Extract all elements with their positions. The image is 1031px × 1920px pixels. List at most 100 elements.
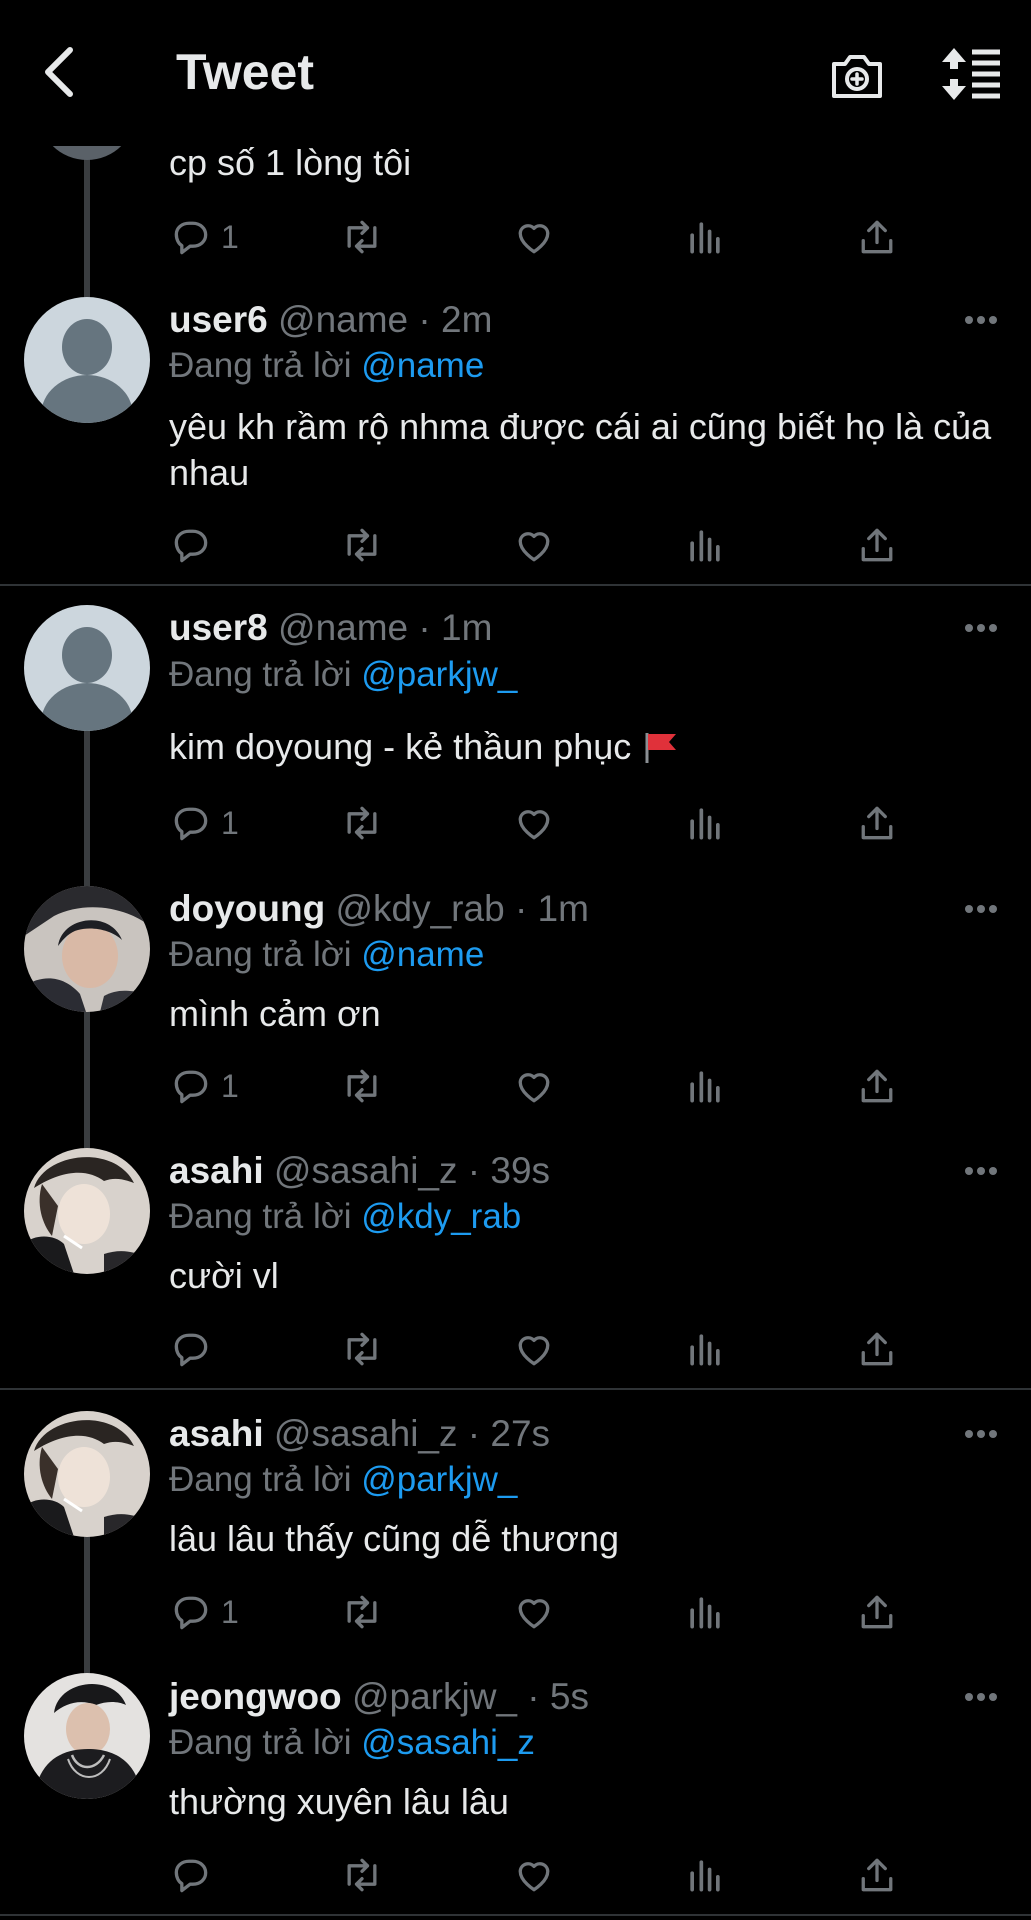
- retweet-icon: [340, 1327, 384, 1371]
- avatar[interactable]: [24, 605, 150, 731]
- avatar[interactable]: [24, 886, 150, 1012]
- views-button[interactable]: [683, 212, 727, 262]
- share-button[interactable]: [855, 798, 899, 848]
- like-button[interactable]: [512, 1850, 556, 1900]
- mention-link[interactable]: @name: [361, 346, 484, 385]
- timestamp: · 1m: [514, 888, 589, 929]
- tweet-actions: [169, 1850, 929, 1900]
- more-icon[interactable]: [964, 902, 998, 916]
- replying-label: Đang trả lời: [169, 935, 352, 974]
- share-icon: [855, 215, 899, 259]
- tweet-actions: [169, 1324, 929, 1374]
- reply-button[interactable]: 1: [169, 1061, 239, 1111]
- like-icon: [512, 215, 556, 259]
- views-button[interactable]: [683, 1850, 727, 1900]
- tweet-text: lâu lâu thấy cũng dễ thương: [169, 1518, 620, 1559]
- views-button[interactable]: [683, 798, 727, 848]
- handle[interactable]: @kdy_rab: [335, 888, 504, 929]
- retweet-button[interactable]: [340, 212, 384, 262]
- more-icon[interactable]: [964, 313, 998, 327]
- views-button[interactable]: [683, 1587, 727, 1637]
- tweet-meta: user8 @name · 1m: [169, 605, 492, 651]
- like-button[interactable]: [512, 212, 556, 262]
- share-icon: [855, 523, 899, 567]
- mention-link[interactable]: @sasahi_z: [361, 1723, 535, 1762]
- replying-to: Đang trả lời @sasahi_z: [169, 1720, 535, 1766]
- tweet-meta: doyoung @kdy_rab · 1m: [169, 886, 589, 932]
- display-name[interactable]: user6: [169, 299, 268, 340]
- mention-link[interactable]: @name: [361, 935, 484, 974]
- avatar[interactable]: [24, 1411, 150, 1537]
- tweet-meta: asahi @sasahi_z · 39s: [169, 1148, 550, 1194]
- like-button[interactable]: [512, 1587, 556, 1637]
- reply-button[interactable]: 1: [169, 798, 239, 848]
- retweet-button[interactable]: [340, 1324, 384, 1374]
- share-button[interactable]: [855, 1324, 899, 1374]
- avatar[interactable]: [24, 297, 150, 423]
- display-name[interactable]: user8: [169, 607, 268, 648]
- more-icon[interactable]: [964, 621, 998, 635]
- share-button[interactable]: [855, 212, 899, 262]
- avatar[interactable]: [24, 1673, 150, 1799]
- more-icon[interactable]: [964, 1164, 998, 1178]
- reply-button[interactable]: 1: [169, 212, 239, 262]
- views-button[interactable]: [683, 1061, 727, 1111]
- more-icon[interactable]: [964, 1690, 998, 1704]
- more-icon[interactable]: [964, 1427, 998, 1441]
- replying-to: Đang trả lời @parkjw_: [169, 652, 517, 698]
- views-icon: [683, 801, 727, 845]
- handle[interactable]: @name: [278, 607, 408, 648]
- mention-link[interactable]: @parkjw_: [361, 655, 517, 694]
- retweet-button[interactable]: [340, 1587, 384, 1637]
- retweet-button[interactable]: [340, 520, 384, 570]
- display-name[interactable]: doyoung: [169, 888, 325, 929]
- reply-button[interactable]: [169, 1850, 221, 1900]
- retweet-button[interactable]: [340, 798, 384, 848]
- reply-icon: [169, 1064, 213, 1108]
- retweet-button[interactable]: [340, 1061, 384, 1111]
- like-button[interactable]: [512, 1324, 556, 1374]
- share-button[interactable]: [855, 1061, 899, 1111]
- back-arrow-icon[interactable]: [30, 42, 90, 102]
- tweet-meta: asahi @sasahi_z · 27s: [169, 1411, 550, 1457]
- mention-link[interactable]: @parkjw_: [361, 1460, 517, 1499]
- tweet-text: kim doyoung - kẻ thầun phục: [169, 726, 632, 767]
- tweet-text-row: kim doyoung - kẻ thầun phục: [169, 724, 1009, 770]
- sort-icon[interactable]: [940, 46, 1004, 102]
- like-button[interactable]: [512, 798, 556, 848]
- retweet-icon: [340, 1853, 384, 1897]
- timestamp: · 27s: [467, 1413, 551, 1454]
- like-button[interactable]: [512, 1061, 556, 1111]
- share-button[interactable]: [855, 1850, 899, 1900]
- handle[interactable]: @sasahi_z: [274, 1150, 458, 1191]
- reply-icon: [169, 1590, 213, 1634]
- share-button[interactable]: [855, 1587, 899, 1637]
- handle[interactable]: @parkjw_: [352, 1676, 517, 1717]
- display-name[interactable]: asahi: [169, 1150, 264, 1191]
- display-name[interactable]: jeongwoo: [169, 1676, 342, 1717]
- tweet-text: mình cảm ơn: [169, 993, 381, 1034]
- reply-button[interactable]: [169, 1324, 221, 1374]
- like-button[interactable]: [512, 520, 556, 570]
- replying-to: Đang trả lời @name: [169, 343, 484, 389]
- reply-button[interactable]: 1: [169, 1587, 239, 1637]
- share-icon: [855, 801, 899, 845]
- avatar[interactable]: [24, 1148, 150, 1274]
- tweet-actions: 1: [169, 1061, 929, 1111]
- views-button[interactable]: [683, 1324, 727, 1374]
- display-name[interactable]: asahi: [169, 1413, 264, 1454]
- retweet-button[interactable]: [340, 1850, 384, 1900]
- views-button[interactable]: [683, 520, 727, 570]
- reply-count: 1: [221, 804, 239, 841]
- reply-icon: [169, 215, 213, 259]
- share-button[interactable]: [855, 520, 899, 570]
- replying-to: Đang trả lời @name: [169, 932, 484, 978]
- handle[interactable]: @sasahi_z: [274, 1413, 458, 1454]
- mention-link[interactable]: @kdy_rab: [361, 1197, 521, 1236]
- reply-button[interactable]: [169, 520, 221, 570]
- reply-icon: [169, 801, 213, 845]
- tweet-actions: 1: [169, 798, 929, 848]
- handle[interactable]: @name: [278, 299, 408, 340]
- camera-add-icon[interactable]: [828, 46, 886, 104]
- replying-label: Đang trả lời: [169, 655, 352, 694]
